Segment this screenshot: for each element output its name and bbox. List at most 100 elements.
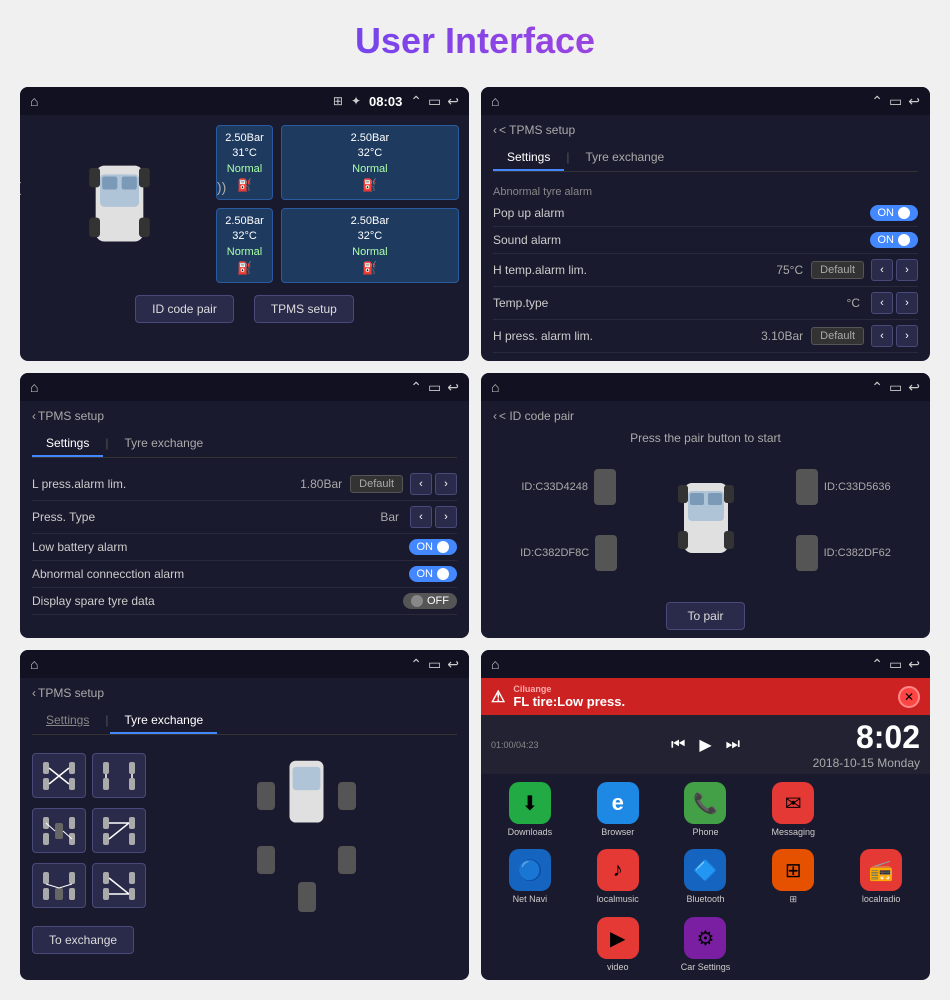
presstype-left-btn[interactable]: ‹ [410,506,432,528]
exch-pattern-6[interactable] [92,863,146,908]
app-downloads[interactable]: ⬇ Downloads [487,782,573,837]
window-icon-2[interactable]: ▭ [889,93,902,110]
app-localradio[interactable]: 📻 localradio [838,849,924,905]
tire-fr-pressure: 2.50Bar [290,131,450,146]
toggle-dot [898,207,910,219]
window-icon-3[interactable]: ▭ [428,379,441,396]
back-icon-5[interactable]: ↩ [447,656,459,673]
popup-alarm-toggle[interactable]: ON [870,205,919,221]
tab-tyre-5[interactable]: Tyre exchange [110,708,217,734]
low-battery-toggle[interactable]: ON [409,539,458,555]
app-netnavi[interactable]: 🔵 Net Navi [487,849,573,905]
back-icon-2[interactable]: ↩ [908,93,920,110]
app-messaging[interactable]: ✉ Messaging [750,782,836,837]
signal-right: )) [217,179,226,195]
home-icon-2[interactable]: ⌂ [491,93,499,109]
tab-tyre-2[interactable]: Tyre exchange [571,145,678,171]
sound-alarm-toggle[interactable]: ON [870,232,919,248]
app-grid-icon[interactable]: ⊞ ⊞ [750,849,836,905]
app-browser[interactable]: e Browser [575,782,661,837]
window-icon-6[interactable]: ▭ [889,656,902,673]
home-icon[interactable]: ⌂ [30,93,38,109]
hpress-right-btn[interactable]: › [896,325,918,347]
expand-icon-5[interactable]: ⌃ [410,656,422,673]
tab-tyre-3[interactable]: Tyre exchange [110,431,217,457]
abnormal-conn-toggle[interactable]: ON [409,566,458,582]
back-arrow-2[interactable]: ‹ [493,123,497,137]
spare-tyre-toggle[interactable]: OFF [403,593,457,609]
htemp-left-btn[interactable]: ‹ [871,259,893,281]
home-icon-5[interactable]: ⌂ [30,656,38,672]
expand-icon-2[interactable]: ⌃ [871,93,883,110]
window-icon-5[interactable]: ▭ [428,656,441,673]
id-code-pair-button[interactable]: ID code pair [135,295,234,323]
tpms-setup-button[interactable]: TPMS setup [254,295,354,323]
back-icon-6[interactable]: ↩ [908,656,920,673]
lpress-default-btn[interactable]: Default [350,475,403,493]
play-button[interactable]: ▶ [699,735,711,755]
back-arrow-4[interactable]: ‹ [493,409,497,423]
popup-alarm-label: Pop up alarm [493,206,870,220]
tab-settings-5[interactable]: Settings [32,708,103,734]
temp-left-btn[interactable]: ‹ [871,292,893,314]
exch-pattern-4[interactable] [92,808,146,853]
panel-id-pair: ⌂ ⌃ ▭ ↩ ‹ < ID code pair Press the pair … [481,373,930,638]
exchange-main [32,745,457,920]
prev-button[interactable]: ⏮ [671,736,685,754]
exch-pattern-1[interactable] [32,753,86,798]
tab-settings-2[interactable]: Settings [493,145,564,171]
app-phone[interactable]: 📞 Phone [663,782,749,837]
alert-close-button[interactable]: ✕ [898,686,920,708]
tab-settings-3[interactable]: Settings [32,431,103,457]
app-bluetooth-label: Bluetooth [686,894,724,904]
presstype-right-btn[interactable]: › [435,506,457,528]
expand-icon-3[interactable]: ⌃ [410,379,422,396]
window-icon-4[interactable]: ▭ [889,379,902,396]
exch-pattern-2[interactable] [92,753,146,798]
next-button[interactable]: ⏭ [726,736,740,754]
app-localmusic[interactable]: ♪ localmusic [575,849,661,905]
home-icon-6[interactable]: ⌂ [491,656,499,672]
tire-rr-id: ID:C382DF62 [796,535,891,571]
exch-pattern-3[interactable] [32,808,86,853]
app-grid: ⬇ Downloads e Browser 📞 Phone ✉ Messagin… [481,774,930,841]
expand-icon[interactable]: ⌃ [410,93,422,110]
hpress-left-btn[interactable]: ‹ [871,325,893,347]
lpress-left-btn[interactable]: ‹ [410,473,432,495]
back-icon-3[interactable]: ↩ [447,379,459,396]
back-arrow-5[interactable]: ‹ [32,686,36,700]
tire-rl-id: ID:C382DF8C [520,535,617,571]
back-arrow-3[interactable]: ‹ [32,409,36,423]
window-icon[interactable]: ▭ [428,93,441,110]
htemp-right-btn[interactable]: › [896,259,918,281]
to-pair-button[interactable]: To pair [666,602,744,630]
exch-pattern-5[interactable] [32,863,86,908]
lpress-right-btn[interactable]: › [435,473,457,495]
temp-type-label: Temp.type [493,296,847,310]
app-carsettings[interactable]: ⚙ Car Settings [663,917,749,972]
tab-bar-3: Settings | Tyre exchange [32,431,457,458]
abnormal-conn-label: Abnormal connecction alarm [32,567,409,581]
htemp-default-btn[interactable]: Default [811,261,864,279]
breadcrumb-2: ‹ < TPMS setup [493,123,918,137]
home-icon-3[interactable]: ⌂ [30,379,38,395]
hpress-default-btn[interactable]: Default [811,327,864,345]
id-panel-content: ‹ < ID code pair Press the pair button t… [481,401,930,638]
temp-right-btn[interactable]: › [896,292,918,314]
back-icon[interactable]: ↩ [447,93,459,110]
tire-fl-visual [594,469,616,505]
app-video[interactable]: ▶ video [575,917,661,972]
expand-icon-4[interactable]: ⌃ [871,379,883,396]
tire-rl-pressure: 2.50Bar [225,214,264,229]
app-browser-label: Browser [601,827,634,837]
app-grid-2: 🔵 Net Navi ♪ localmusic 🔷 Bluetooth ⊞ ⊞ … [481,841,930,909]
car-exchange [279,753,334,838]
panel-tpms-setup-3: ⌂ ⌃ ▭ ↩ ‹ TPMS setup Settings | Tyre exc… [20,373,469,638]
toggle-dot-2 [898,234,910,246]
expand-icon-6[interactable]: ⌃ [871,656,883,673]
app-browser-icon: e [597,782,639,824]
home-icon-4[interactable]: ⌂ [491,379,499,395]
section-abnormal: Abnormal tyre alarm [493,182,918,200]
app-bluetooth[interactable]: 🔷 Bluetooth [663,849,749,905]
back-icon-4[interactable]: ↩ [908,379,920,396]
